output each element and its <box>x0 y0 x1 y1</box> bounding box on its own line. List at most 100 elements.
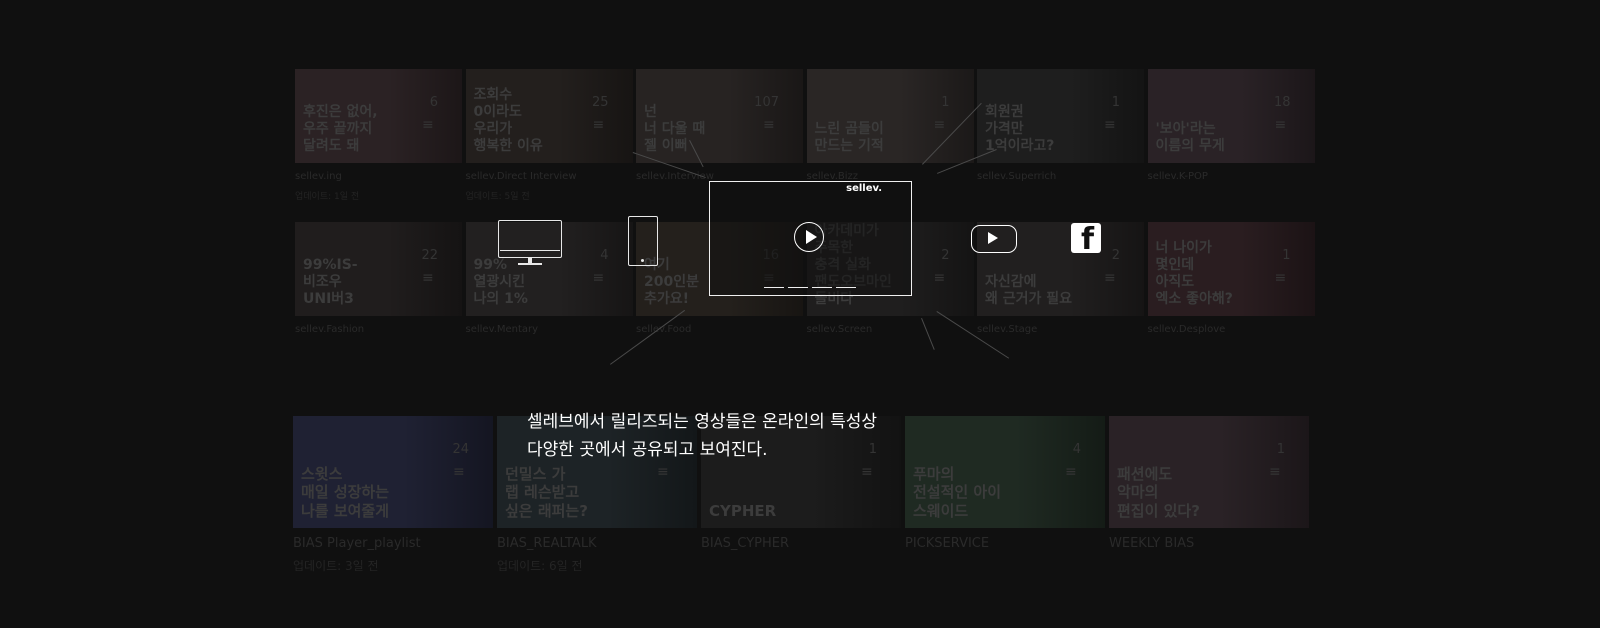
thumbnail-caption: 푸마의 전설적인 아이 스웨이드 <box>913 465 1002 520</box>
thumbnail-caption: 99% 열광시킨 나의 1% <box>473 256 528 307</box>
video-count: 107 <box>754 95 779 110</box>
playlist-card[interactable]: 자신감에 왜 근거가 필요 2 ≡ sellev.Stage <box>977 222 1144 366</box>
playlist-card[interactable]: 아카데미가 주목한 충격 실화 팬도오브마인 돌비다 2 ≡ sellev.Scree… <box>806 222 974 366</box>
playlist-thumbnail[interactable]: 너 나이가 몇인데 아직도 엑소 좋아해? 1 ≡ <box>1147 222 1315 316</box>
playlist-icon: ≡ <box>453 464 465 480</box>
thumbnail-caption: 넌 너 다울 때 젤 이뻐 <box>644 103 706 154</box>
caption-line-1: 셀레브에서 릴리즈되는 영상들은 온라인의 특성상 <box>527 412 878 432</box>
playlist-icon: ≡ <box>1065 464 1077 480</box>
playlist-icon: ≡ <box>1104 117 1116 133</box>
playlist-icon: ≡ <box>592 270 605 286</box>
playlist-icon: ≡ <box>1274 117 1287 133</box>
playlist-title[interactable]: sellev.Direct Interview <box>466 171 577 182</box>
video-count: 16 <box>762 248 779 263</box>
thumbnail-caption: 아카데미가 주목한 충격 실화 팬도오브마인 돌비다 <box>814 222 892 307</box>
playlist-title[interactable]: sellev.Food <box>636 324 691 335</box>
playlist-title[interactable]: sellev.Interview <box>636 171 714 182</box>
playlist-thumbnail[interactable]: 조회수 0이라도 우리가 행복한 이유 25 ≡ <box>465 69 633 163</box>
playlist-title[interactable]: WEEKLY BIAS <box>1109 536 1194 551</box>
playlist-updated: 업데이트: 5일 전 <box>465 192 530 202</box>
video-count: 4 <box>600 248 609 263</box>
playlist-icon: ≡ <box>592 117 605 133</box>
playlist-title[interactable]: sellev.Fashion <box>295 324 364 335</box>
playlist-title[interactable]: sellev.Desplove <box>1148 324 1226 335</box>
playlist-card[interactable]: 넌 너 다울 때 젤 이뻐 107 ≡ sellev.Interview <box>636 69 803 213</box>
video-count: 24 <box>452 442 469 457</box>
playlist-icon: ≡ <box>1274 270 1287 286</box>
playlist-thumbnail[interactable]: 스윗스 매일 성장하는 나를 보여줄게 24 ≡ <box>293 416 493 528</box>
thumbnail-caption: 느린 곰들이 만드는 기적 <box>814 120 884 154</box>
thumbnail-caption: 회원권 가격만 1억이라고? <box>985 103 1055 154</box>
playlist-card[interactable]: 99%IS- 비조우 UNI버3 22 ≡ sellev.Fashion <box>295 222 462 366</box>
video-count: 1 <box>1111 95 1120 110</box>
playlist-title[interactable]: sellev.Screen <box>807 324 873 335</box>
playlist-thumbnail[interactable]: 99%IS- 비조우 UNI버3 22 ≡ <box>295 222 462 316</box>
video-count: 22 <box>421 248 438 263</box>
playlist-thumbnail[interactable]: 아카데미가 주목한 충격 실화 팬도오브마인 돌비다 2 ≡ <box>806 222 974 316</box>
playlist-card[interactable]: 너 나이가 몇인데 아직도 엑소 좋아해? 1 ≡ sellev.Desplove <box>1147 222 1315 366</box>
playlist-thumbnail[interactable]: 넌 너 다울 때 젤 이뻐 107 ≡ <box>636 69 803 163</box>
playlist-card[interactable]: 패션에도 악마의 편집이 있다? 1 ≡ WEEKLY BIAS <box>1109 416 1309 578</box>
thumbnail-caption: 99%IS- 비조우 UNI버3 <box>303 256 358 307</box>
playlist-title[interactable]: BIAS_REALTALK <box>497 536 597 551</box>
playlist-title[interactable]: BIAS_CYPHER <box>701 536 789 551</box>
playlist-icon: ≡ <box>763 270 775 286</box>
playlist-title[interactable]: sellev.K-POP <box>1148 171 1208 182</box>
playlist-card[interactable]: 느린 곰들이 만드는 기적 1 ≡ sellev.Bizz <box>806 69 974 213</box>
video-count: 25 <box>591 95 609 110</box>
playlist-card[interactable]: 99% 열광시킨 나의 1% 4 ≡ sellev.Mentary <box>465 222 633 366</box>
playlist-title[interactable]: sellev.Stage <box>977 324 1037 335</box>
caption-text: 셀레브에서 릴리즈되는 영상들은 온라인의 특성상 다양한 곳에서 공유되고 보… <box>527 408 877 464</box>
thumbnail-caption: 던밀스 가 랩 레슨받고 싶은 래퍼는? <box>505 465 588 520</box>
playlist-icon: ≡ <box>657 464 669 480</box>
video-count: 6 <box>429 95 438 110</box>
playlist-thumbnail[interactable]: '보아'라는 이름의 무게 18 ≡ <box>1147 69 1315 163</box>
playlist-thumbnail[interactable]: 패션에도 악마의 편집이 있다? 1 ≡ <box>1109 416 1309 528</box>
playlist-card[interactable]: 여기 200인분 추가요! 16 ≡ sellev.Food <box>636 222 803 366</box>
playlist-card[interactable]: 회원권 가격만 1억이라고? 1 ≡ sellev.Superrich <box>977 69 1144 213</box>
playlist-thumbnail[interactable]: 자신감에 왜 근거가 필요 2 ≡ <box>977 222 1144 316</box>
thumbnail-caption: 너 나이가 몇인데 아직도 엑소 좋아해? <box>1155 239 1233 307</box>
playlist-title[interactable]: sellev.Bizz <box>807 171 859 182</box>
thumbnail-caption: 후진은 없어, 우주 끝까지 달려도 돼 <box>303 103 378 154</box>
playlist-updated: 업데이트: 1일 전 <box>295 192 360 202</box>
video-count: 1 <box>941 95 950 110</box>
thumbnail-caption: 자신감에 왜 근거가 필요 <box>985 273 1073 307</box>
thumbnail-caption: 스윗스 매일 성장하는 나를 보여줄게 <box>301 465 390 520</box>
playlist-thumbnail[interactable]: 99% 열광시킨 나의 1% 4 ≡ <box>465 222 633 316</box>
playlist-card[interactable]: 후진은 없어, 우주 끝까지 달려도 돼 6 ≡ sellev.ing 업데이트: 1일… <box>295 69 462 213</box>
playlist-updated: 업데이트: 3일 전 <box>293 559 379 573</box>
playlist-icon: ≡ <box>422 117 434 133</box>
playlist-card[interactable]: 스윗스 매일 성장하는 나를 보여줄게 24 ≡ BIAS Player_playli… <box>293 416 493 578</box>
thumbnail-caption: '보아'라는 이름의 무게 <box>1155 120 1225 154</box>
thumbnail-caption: CYPHER <box>709 501 777 520</box>
playlist-title[interactable]: sellev.ing <box>295 171 342 182</box>
caption-line-2: 다양한 곳에서 공유되고 보여진다. <box>527 440 768 460</box>
playlist-card[interactable]: 조회수 0이라도 우리가 행복한 이유 25 ≡ sellev.Direct Inte… <box>465 69 633 213</box>
thumbnail-caption: 조회수 0이라도 우리가 행복한 이유 <box>473 86 543 154</box>
playlist-thumbnail[interactable]: 여기 200인분 추가요! 16 ≡ <box>636 222 803 316</box>
playlist-icon: ≡ <box>763 117 775 133</box>
playlist-title[interactable]: PICKSERVICE <box>905 536 989 551</box>
playlist-icon: ≡ <box>422 270 434 286</box>
playlist-card[interactable]: 푸마의 전설적인 아이 스웨이드 4 ≡ PICKSERVICE <box>905 416 1105 578</box>
playlist-updated: 업데이트: 6일 전 <box>497 559 583 573</box>
playlist-icon: ≡ <box>1104 270 1116 286</box>
video-count: 2 <box>941 248 950 263</box>
playlist-thumbnail[interactable]: 푸마의 전설적인 아이 스웨이드 4 ≡ <box>905 416 1105 528</box>
playlist-icon: ≡ <box>933 117 946 133</box>
thumbnail-caption: 패션에도 악마의 편집이 있다? <box>1117 465 1200 520</box>
video-count: 18 <box>1273 95 1291 110</box>
playlist-icon: ≡ <box>1269 464 1281 480</box>
playlist-icon: ≡ <box>861 464 873 480</box>
video-count: 1 <box>1282 248 1291 263</box>
playlist-title[interactable]: sellev.Mentary <box>466 324 539 335</box>
playlist-title[interactable]: BIAS Player_playlist <box>293 536 421 551</box>
playlist-thumbnail[interactable]: 느린 곰들이 만드는 기적 1 ≡ <box>806 69 974 163</box>
video-count: 4 <box>1072 442 1081 457</box>
playlist-thumbnail[interactable]: 회원권 가격만 1억이라고? 1 ≡ <box>977 69 1144 163</box>
playlist-card[interactable]: '보아'라는 이름의 무게 18 ≡ sellev.K-POP <box>1147 69 1315 213</box>
video-count: 1 <box>1276 442 1285 457</box>
playlist-thumbnail[interactable]: 후진은 없어, 우주 끝까지 달려도 돼 6 ≡ <box>295 69 462 163</box>
playlist-title[interactable]: sellev.Superrich <box>977 171 1056 182</box>
